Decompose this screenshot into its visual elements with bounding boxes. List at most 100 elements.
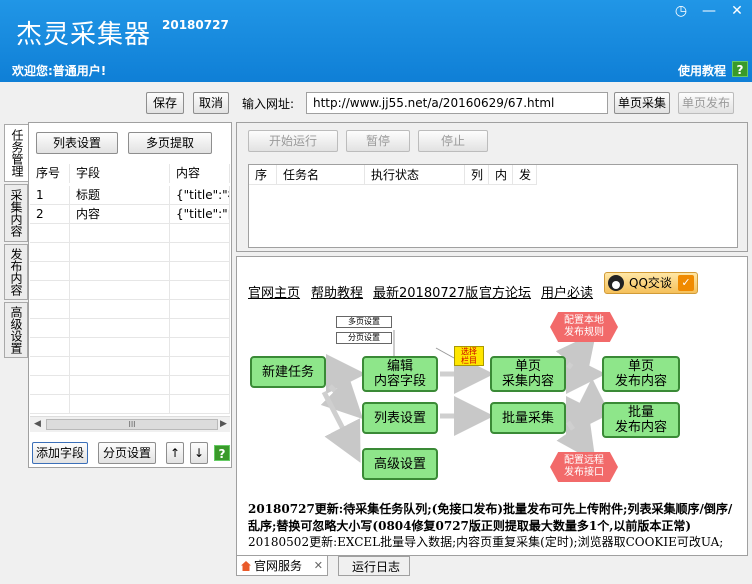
column-header[interactable]: 字段: [70, 164, 170, 183]
table-row: [30, 300, 230, 319]
node-line: 编辑: [386, 359, 413, 374]
app-version: 20180727: [162, 18, 229, 32]
tutorial-link[interactable]: 使用教程: [678, 62, 726, 79]
column-header[interactable]: 执行状态: [365, 165, 465, 185]
paging-settings-box: 分页设置: [336, 332, 392, 344]
cancel-button[interactable]: 取消: [193, 92, 229, 114]
node-batch-publish: 批量 发布内容: [602, 402, 680, 438]
link-help-tutorial[interactable]: 帮助教程: [311, 282, 363, 301]
table-header: 序号 字段 内容: [30, 164, 230, 183]
node-line: 批量: [627, 405, 654, 420]
row-field: 标题: [70, 186, 170, 205]
node-single-publish: 单页 发布内容: [602, 356, 680, 392]
single-collect-button[interactable]: 单页采集: [614, 92, 670, 114]
link-user-must-read[interactable]: 用户必读: [541, 282, 593, 301]
column-header[interactable]: 序号: [30, 164, 70, 183]
close-button[interactable]: ✕: [726, 2, 748, 20]
scroll-right-icon[interactable]: ▶: [220, 419, 227, 429]
help-icon[interactable]: ?: [732, 61, 748, 77]
table-row[interactable]: 2 内容 {"title":"内容: [30, 205, 230, 224]
table-row[interactable]: 1 标题 {"title":"标题: [30, 186, 230, 205]
left-tab-strip: 任务管理 采集内容 发布内容 高级设置: [4, 122, 28, 562]
select-column-tag: 选择 栏目: [454, 346, 484, 366]
scroll-thumb[interactable]: III: [46, 419, 218, 430]
node-line: 配置本地: [564, 315, 604, 326]
tab-task-manage[interactable]: 任务管理: [4, 124, 28, 182]
tab-publish-content[interactable]: 发布内容: [4, 244, 28, 300]
move-down-button[interactable]: ↓: [190, 442, 208, 464]
link-official-home[interactable]: 官网主页: [248, 282, 300, 301]
node-line: 配置远程: [564, 455, 604, 466]
table-row: [30, 224, 230, 243]
column-header[interactable]: 序: [249, 165, 277, 185]
workflow-diagram: 多页设置 分页设置 选择 栏目 新建任务 编辑 内容字段 列表设置 高级设置 单…: [244, 304, 704, 492]
node-list-settings: 列表设置: [362, 402, 438, 434]
tab-official-service[interactable]: 官网服务 ✕: [236, 556, 328, 576]
node-line: 发布规则: [564, 327, 604, 338]
table-row: [30, 319, 230, 338]
page-settings-button[interactable]: 分页设置: [98, 442, 156, 464]
save-button[interactable]: 保存: [146, 92, 184, 114]
node-batch-collect: 批量采集: [490, 402, 566, 434]
row-number: 2: [30, 205, 70, 224]
tab-advanced-settings[interactable]: 高级设置: [4, 302, 28, 358]
single-publish-button[interactable]: 单页发布: [678, 92, 734, 114]
pause-button[interactable]: 暂停: [346, 130, 410, 152]
welcome-text: 欢迎您:普通用户!: [12, 64, 107, 78]
qq-chat-label: QQ交谈: [629, 276, 672, 290]
node-new-task: 新建任务: [250, 356, 326, 388]
qq-penguin-icon: [608, 275, 624, 291]
column-header[interactable]: 内容: [170, 164, 230, 183]
node-line: 单页: [514, 359, 541, 374]
row-content: {"title":"标题: [170, 186, 230, 205]
field-table: 序号 字段 内容 1 标题 {"title":"标题 2 内容 {"title"…: [30, 164, 230, 416]
tab-run-log[interactable]: 运行日志: [338, 556, 410, 576]
table-row: [30, 262, 230, 281]
table-row: [30, 376, 230, 395]
column-header[interactable]: 发: [513, 165, 537, 185]
node-line: 采集内容: [501, 374, 554, 389]
stop-button[interactable]: 停止: [418, 130, 488, 152]
update-notes-bold: 20180727更新:待采集任务队列;(免接口发布)批量发布可先上传附件;列表采…: [248, 502, 733, 533]
url-input[interactable]: http://www.jj55.net/a/20160629/67.html: [306, 92, 608, 114]
list-settings-button[interactable]: 列表设置: [36, 132, 118, 154]
table-row: [30, 357, 230, 376]
row-field: 内容: [70, 205, 170, 224]
app-title: 杰灵采集器: [16, 20, 152, 50]
help-icon[interactable]: ?: [214, 445, 230, 461]
column-header[interactable]: 任务名: [277, 165, 365, 185]
node-line: 发布接口: [564, 467, 604, 478]
table-row: [30, 395, 230, 414]
close-tab-icon[interactable]: ✕: [314, 556, 323, 576]
node-edit-fields: 编辑 内容字段: [362, 356, 438, 392]
minimize-button[interactable]: —: [698, 2, 720, 20]
node-line: 内容字段: [373, 374, 426, 389]
column-header[interactable]: 列: [465, 165, 489, 185]
multi-page-button[interactable]: 多页提取: [128, 132, 212, 154]
tag-line: 选择: [461, 347, 477, 356]
tab-collect-content[interactable]: 采集内容: [4, 184, 28, 242]
tag-line: 栏目: [461, 356, 477, 365]
node-local-publish-rules: 配置本地 发布规则: [550, 312, 618, 342]
table-row: [30, 338, 230, 357]
column-header[interactable]: 内: [489, 165, 513, 185]
node-single-collect: 单页 采集内容: [490, 356, 566, 392]
move-up-button[interactable]: ↑: [166, 442, 184, 464]
start-button[interactable]: 开始运行: [248, 130, 338, 152]
row-number: 1: [30, 186, 70, 205]
task-table: 序 任务名 执行状态 列 内 发: [248, 164, 738, 248]
horizontal-scrollbar[interactable]: ◀ III ▶: [30, 416, 230, 432]
node-line: 发布内容: [614, 420, 667, 435]
qq-chat-button[interactable]: QQ交谈 ✓: [604, 272, 698, 294]
link-latest-version[interactable]: 最新20180727版: [373, 282, 478, 301]
link-official-forum[interactable]: 官方论坛: [479, 282, 531, 301]
update-notes: 20180502更新:EXCEL批量导入数据;内容页重复采集(定时);浏览器取C…: [248, 535, 724, 549]
node-remote-publish-api: 配置远程 发布接口: [550, 452, 618, 482]
node-line: 发布内容: [614, 374, 667, 389]
scroll-left-icon[interactable]: ◀: [34, 419, 41, 429]
clock-icon[interactable]: ◷: [670, 2, 692, 20]
check-icon: ✓: [678, 275, 694, 291]
add-field-button[interactable]: 添加字段: [32, 442, 88, 464]
row-content: {"title":"内容: [170, 205, 230, 224]
multi-page-settings-box: 多页设置: [336, 316, 392, 328]
